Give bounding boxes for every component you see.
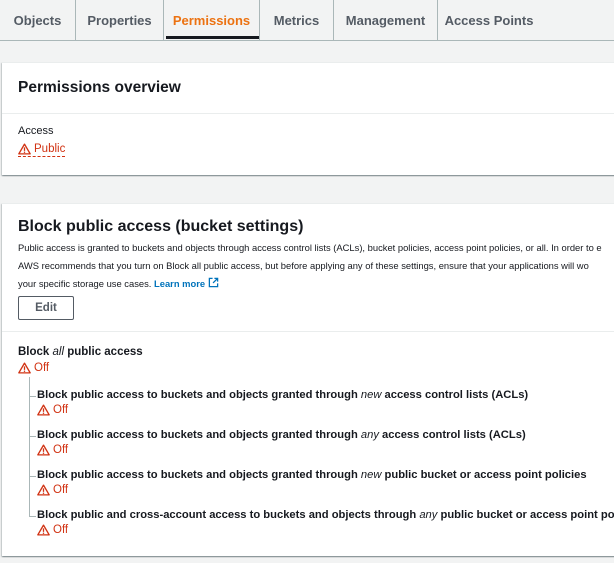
warning-triangle-icon [37,444,50,456]
tree-connector [29,516,36,517]
block-all-status: Off [18,362,49,374]
divider [2,331,614,332]
tab-objects[interactable]: Objects [0,0,76,40]
panel-title: Permissions overview [2,63,614,114]
label-text: Block public access to buckets and objec… [37,389,361,401]
active-tab-indicator [166,36,259,39]
warning-triangle-icon [37,404,50,416]
block-public-access-panel: Block public access (bucket settings) Pu… [2,203,614,556]
learn-more-label: Learn more [154,278,206,289]
setting-status-new-policies: Off [37,484,68,496]
label-text: Block public and cross-account access to… [37,509,420,521]
block-all-label: Block all public access [18,346,143,358]
access-status-value: Public [34,143,66,155]
label-text: public bucket or access point policie [440,509,614,521]
setting-label-new-acls: Block public access to buckets and objec… [37,389,528,401]
description-line: your specific storage use cases. Learn m… [18,275,614,293]
setting-status-any-policies: Off [37,524,68,536]
tab-metrics[interactable]: Metrics [260,0,334,40]
tab-management[interactable]: Management [334,0,438,40]
status-text: Off [53,524,69,536]
setting-label-any-policies: Block public and cross-account access to… [37,509,614,521]
section-title: Block public access (bucket settings) [18,218,304,235]
label-text: Block public access to buckets and objec… [37,469,361,481]
label-emphasis: any [419,509,438,521]
label-text: Block public access to buckets and objec… [37,429,361,441]
label-emphasis: any [360,429,379,441]
setting-label-any-acls: Block public access to buckets and objec… [37,429,526,441]
label-text: access control lists (ACLs) [378,429,526,441]
warning-triangle-icon [37,524,50,536]
tab-permissions[interactable]: Permissions [164,0,260,40]
description-text: your specific storage use cases. [18,278,152,289]
tree-connector [29,436,36,437]
tree-connector [29,476,36,477]
tree-connector [29,377,30,516]
tab-properties[interactable]: Properties [76,0,164,40]
external-link-icon [208,277,219,288]
warning-triangle-icon [18,143,31,155]
warning-triangle-icon [18,362,31,374]
description-line: AWS recommends that you turn on Block al… [18,260,589,271]
permissions-overview-panel: Permissions overview Access Public [2,62,614,175]
setting-label-new-policies: Block public access to buckets and objec… [37,469,587,481]
label-text: public access [64,346,143,358]
status-text: Off [34,362,50,374]
access-label: Access [18,125,54,137]
warning-triangle-icon [37,484,50,496]
label-text: Block [18,346,53,358]
edit-button[interactable]: Edit [18,296,74,320]
status-text: Off [53,404,69,416]
section-description: Public access is granted to buckets and … [18,239,614,293]
label-emphasis: new [360,469,382,481]
setting-status-new-acls: Off [37,404,68,416]
tab-bar: Objects Properties Permissions Metrics M… [0,0,614,41]
status-text: Off [53,484,69,496]
status-text: Off [53,444,69,456]
setting-status-any-acls: Off [37,444,68,456]
tree-connector [29,396,36,397]
label-emphasis: new [360,389,382,401]
description-line: Public access is granted to buckets and … [18,242,602,253]
label-emphasis: all [52,346,65,358]
label-text: public bucket or access point policies [381,469,587,481]
learn-more-link[interactable]: Learn more [154,277,219,289]
tab-access-points[interactable]: Access Points [438,0,540,40]
label-text: access control lists (ACLs) [381,389,529,401]
access-status-link[interactable]: Public [18,143,66,157]
